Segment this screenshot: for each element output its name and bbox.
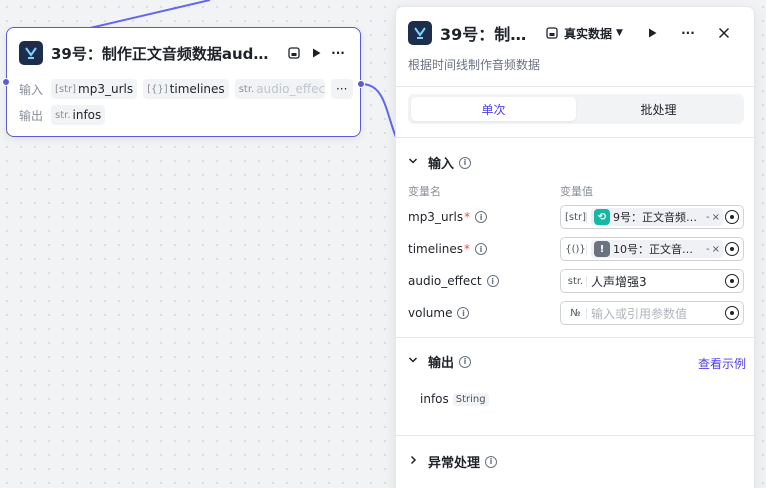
node-config-panel: 39号：制… 真实数据 ▼ ··· 根据时间线制作音频数据 单次 批处理 输入 … xyxy=(395,6,755,488)
data-mode-select[interactable]: 真实数据 ▼ xyxy=(544,22,623,44)
var-placeholder: 输入或引用参数值 xyxy=(591,306,688,321)
var-value-input[interactable]: [str] ⟲ 9号：正文音频… - × xyxy=(560,205,744,229)
divider xyxy=(396,435,754,436)
input-chip: [str] mp3_urls xyxy=(51,79,138,99)
variable-picker-icon[interactable] xyxy=(725,242,739,256)
col-header-value: 变量值 xyxy=(560,185,593,198)
more-options-icon[interactable]: ··· xyxy=(677,22,699,44)
reference-suffix: - xyxy=(706,243,710,255)
info-icon[interactable]: i xyxy=(486,275,499,287)
save-icon[interactable] xyxy=(283,42,305,64)
run-icon[interactable] xyxy=(305,42,327,64)
var-name: volume xyxy=(408,306,453,320)
chevron-down-icon xyxy=(408,354,422,369)
var-row-timelines: timelines * i {()} ! 10号：正文音… - × xyxy=(408,237,744,261)
close-icon[interactable] xyxy=(713,22,735,44)
info-icon[interactable]: i xyxy=(475,243,488,255)
caret-down-icon: ▼ xyxy=(616,28,623,38)
node-input-port[interactable] xyxy=(2,78,10,86)
input-chip: [{}] timelines xyxy=(143,79,229,99)
var-row-volume: volume i № 输入或引用参数值 xyxy=(408,301,744,325)
workflow-node[interactable]: 39号：制作正文音频数据aud… ··· 输入 [str] mp3_urls [{… xyxy=(2,27,365,137)
outgoing-edge xyxy=(360,83,398,141)
type-badge: [str] xyxy=(565,211,587,223)
panel-title: 39号：制… xyxy=(440,25,527,44)
inputs-label: 输入 xyxy=(19,82,44,97)
info-icon[interactable]: i xyxy=(459,156,472,169)
workflow-canvas[interactable]: 39号：制作正文音频数据aud… ··· 输入 [str] mp3_urls [{… xyxy=(0,0,766,488)
input-section-title: 输入 xyxy=(428,157,455,172)
info-icon[interactable]: i xyxy=(457,307,470,319)
remove-icon[interactable]: × xyxy=(712,244,720,255)
var-value: 人声增强3 xyxy=(591,274,647,289)
variable-picker-icon[interactable] xyxy=(725,274,739,288)
remove-icon[interactable]: × xyxy=(712,212,720,223)
divider xyxy=(396,86,754,87)
required-mark: * xyxy=(464,210,471,224)
chevron-down-icon xyxy=(408,155,422,170)
variable-picker-icon[interactable] xyxy=(725,210,739,224)
output-type-tag: String xyxy=(452,392,489,406)
chevron-right-icon xyxy=(408,454,422,469)
more-inputs-button[interactable]: ··· xyxy=(330,79,353,99)
reference-suffix: - xyxy=(706,211,710,223)
var-row-audio-effect: audio_effect i str. 人声增强3 xyxy=(408,269,744,293)
tab-batch[interactable]: 批处理 xyxy=(576,97,741,121)
output-item: infos String xyxy=(420,392,489,406)
outputs-label: 输出 xyxy=(19,108,44,123)
var-row-mp3-urls: mp3_urls * i [str] ⟲ 9号：正文音频… - × xyxy=(408,205,744,229)
divider xyxy=(396,137,754,138)
var-value-input[interactable]: № 输入或引用参数值 xyxy=(560,301,744,325)
var-name: mp3_urls xyxy=(408,210,464,224)
type-badge: {()} xyxy=(565,243,587,255)
output-section-title: 输出 xyxy=(428,356,455,371)
error-section-header[interactable]: 异常处理 i xyxy=(408,452,498,471)
info-icon[interactable]: i xyxy=(485,455,498,468)
info-icon[interactable]: i xyxy=(459,355,472,368)
type-badge: № xyxy=(565,307,587,319)
loop-icon: ⟲ xyxy=(594,209,610,225)
output-chip: str. infos xyxy=(51,105,106,125)
output-name: infos xyxy=(420,392,449,406)
panel-description: 根据时间线制作音频数据 xyxy=(408,58,541,72)
reference-text: 10号：正文音… xyxy=(613,243,693,256)
node-title: 39号：制作正文音频数据aud… xyxy=(51,44,269,63)
view-example-link[interactable]: 查看示例 xyxy=(698,355,746,372)
reference-text: 9号：正文音频… xyxy=(613,211,697,224)
reference-chip[interactable]: ! 10号：正文音… - × xyxy=(591,240,723,258)
plugin-logo-icon xyxy=(408,21,432,45)
input-section-header[interactable]: 输入 i xyxy=(408,153,472,172)
error-section-title: 异常处理 xyxy=(428,456,481,471)
tab-single[interactable]: 单次 xyxy=(411,97,576,121)
var-name: audio_effect xyxy=(408,274,482,288)
run-mode-tabs: 单次 批处理 xyxy=(408,94,744,124)
output-section-header[interactable]: 输出 i xyxy=(408,352,472,371)
more-options-icon[interactable]: ··· xyxy=(327,42,349,64)
node-output-port[interactable] xyxy=(357,80,365,88)
var-value-input[interactable]: str. 人声增强3 xyxy=(560,269,744,293)
node-outputs-row: 输出 str. infos xyxy=(19,105,111,125)
variable-picker-icon[interactable] xyxy=(725,306,739,320)
plugin-logo-icon xyxy=(19,41,43,65)
info-icon[interactable]: i xyxy=(475,211,488,223)
run-icon[interactable] xyxy=(641,22,663,44)
exclamation-icon: ! xyxy=(594,241,610,257)
divider xyxy=(396,337,754,338)
required-mark: * xyxy=(464,242,471,256)
var-name: timelines xyxy=(408,242,464,256)
reference-chip[interactable]: ⟲ 9号：正文音频… - × xyxy=(591,208,723,226)
data-mode-label: 真实数据 xyxy=(564,26,613,41)
col-header-name: 变量名 xyxy=(408,185,441,198)
var-value-input[interactable]: {()} ! 10号：正文音… - × xyxy=(560,237,744,261)
input-chip: str. audio_effec xyxy=(234,79,325,99)
type-badge: str. xyxy=(565,275,587,287)
node-inputs-row: 输入 [str] mp3_urls [{}] timelines str. audio… xyxy=(19,79,353,99)
save-icon xyxy=(544,22,560,44)
